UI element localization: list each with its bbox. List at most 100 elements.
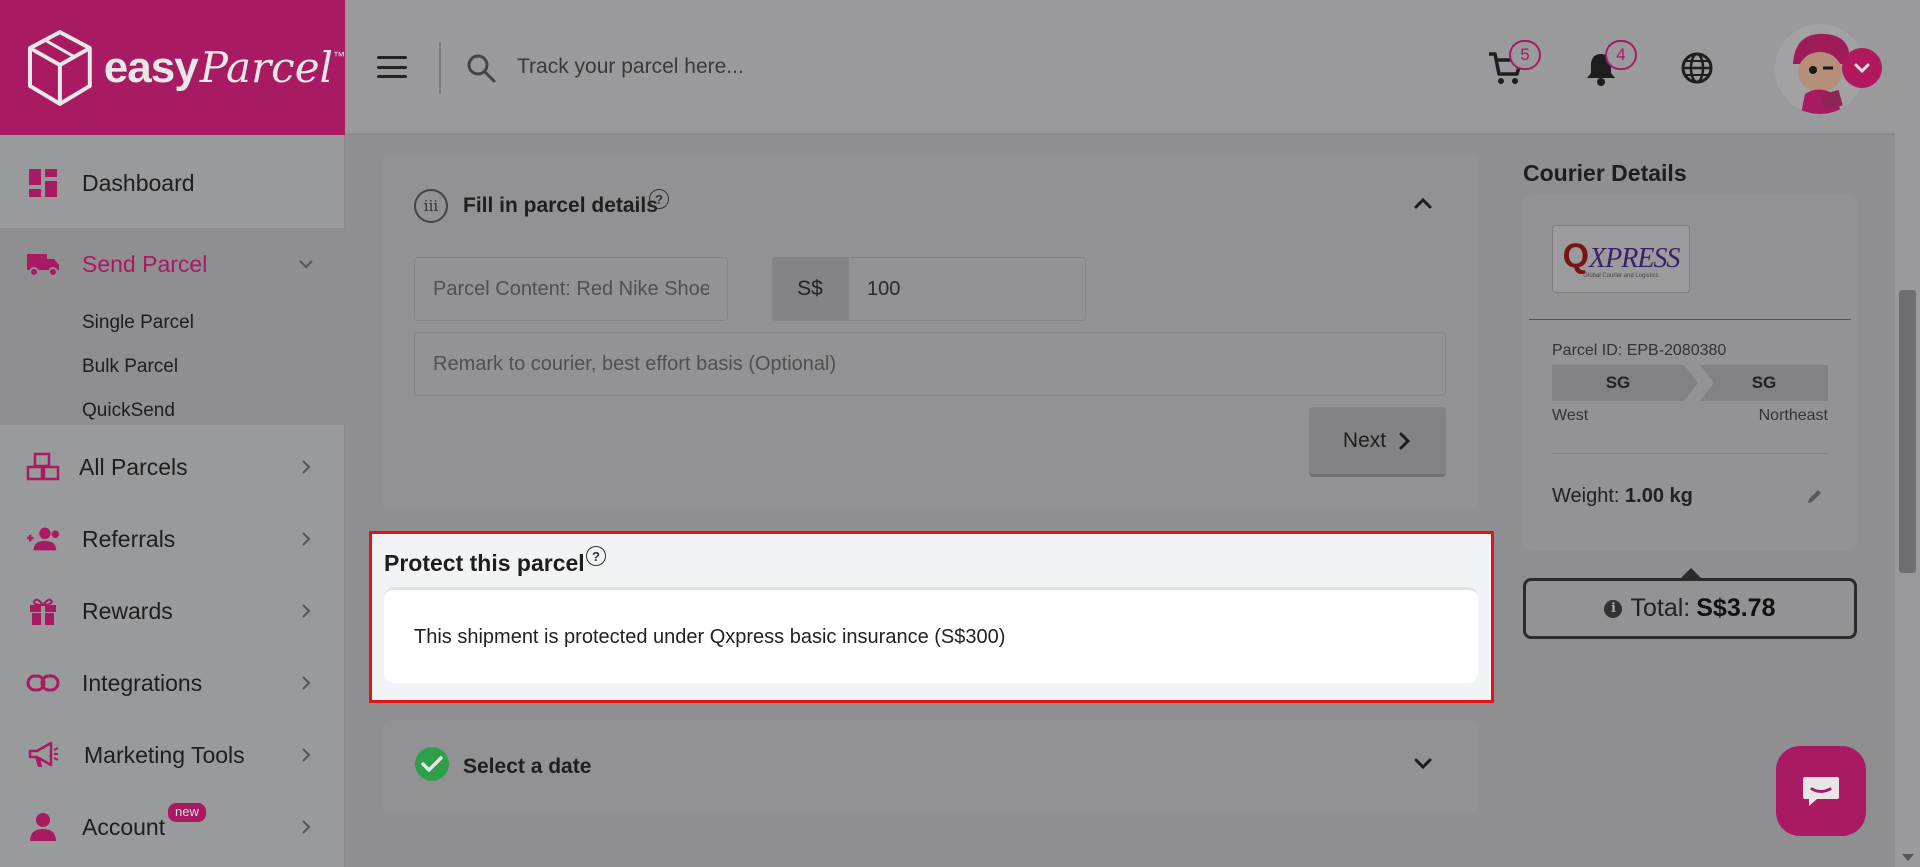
select-date-title: Select a date [463,755,592,778]
parcel-id: Parcel ID: EPB-2080380 [1552,342,1727,359]
chevron-right-icon [302,460,311,474]
sidebar-item-all-parcels[interactable]: All Parcels [0,437,345,497]
header-divider [439,42,441,94]
sidebar-subitem-bulk-parcel[interactable]: Bulk Parcel [82,356,178,378]
sidebar-item-send-parcel[interactable]: Send Parcel [0,228,345,300]
brand-word-parcel: Parcel [199,42,333,92]
step-number: iii [414,189,448,223]
sidebar-item-integrations[interactable]: Integrations [0,653,345,713]
parcel-details-title: Fill in parcel details [463,194,658,217]
brand-trademark: ™ [333,48,345,63]
sidebar-item-dashboard[interactable]: Dashboard [0,153,345,213]
weight-value: 1.00 kg [1625,485,1693,507]
page-scrollbar[interactable] [1895,0,1920,867]
help-icon[interactable]: ? [586,546,606,566]
megaphone-icon [26,738,60,772]
sidebar-item-label: Referrals [82,525,176,552]
brand-word-easy: easy [103,42,199,92]
route-from-code: SG [1605,373,1631,392]
chevron-down-icon [1854,63,1870,74]
weight-row: Weight: 1.00 kg [1552,485,1693,508]
account-menu-toggle[interactable] [1842,48,1882,88]
language-button[interactable] [1677,48,1717,88]
route-to-area: Northeast [1758,407,1828,424]
sidebar: Dashboard Send Parcel Single Parcel Bulk… [0,135,345,867]
chevron-up-icon[interactable] [1412,192,1434,214]
cart-count-badge: 5 [1509,40,1541,70]
route-to-code: SG [1751,373,1777,392]
sidebar-item-account[interactable]: Account new [0,797,345,857]
sidebar-subitem-quicksend[interactable]: QuickSend [82,400,175,422]
help-icon[interactable]: ? [649,189,669,209]
insurance-info-box: This shipment is protected under Qxpress… [384,587,1478,683]
total-price-box: i Total: S$3.78 [1523,578,1857,639]
next-button-label: Next [1342,428,1387,452]
weight-label: Weight: [1552,485,1620,507]
sidebar-item-referrals[interactable]: Referrals [0,509,345,569]
gift-icon [26,594,60,628]
chevron-right-icon [302,532,311,546]
sidebar-item-label: Send Parcel [82,250,208,277]
courier-details-heading: Courier Details [1523,160,1687,186]
chevron-right-icon [302,748,311,762]
search-icon[interactable] [465,52,497,84]
chevron-down-icon[interactable] [1412,753,1434,775]
truck-icon [26,247,60,281]
protect-parcel-section: Protect this parcel ? This shipment is p… [369,531,1494,703]
pencil-edit-icon[interactable] [1806,487,1824,505]
globe-icon [1681,52,1713,84]
referral-users-icon [26,522,60,556]
scrollbar-thumb[interactable] [1899,290,1916,573]
total-label: Total: [1630,594,1691,622]
chevron-right-icon [302,820,311,834]
brand-logo[interactable]: easy Parcel ™ [0,0,345,135]
notification-count-badge: 4 [1605,40,1637,70]
route-from-area: West [1552,407,1589,424]
sidebar-item-label: Marketing Tools [84,741,245,768]
courier-details-card: QXPRESS Global Courier and Logistics Par… [1523,195,1857,551]
boxes-icon [26,450,60,484]
sidebar-item-rewards[interactable]: Rewards [0,581,345,641]
chevron-right-icon [1399,432,1411,449]
currency-prefix: S$ [772,257,848,321]
courier-logo-q: Q [1562,237,1590,275]
send-parcel-submenu: Single Parcel Bulk Parcel QuickSend [0,300,345,425]
scroll-down-arrow-icon[interactable] [1902,854,1914,861]
dashboard-icon [26,166,60,200]
sidebar-item-marketing-tools[interactable]: Marketing Tools [0,725,345,785]
chevron-right-icon [302,604,311,618]
cart-button[interactable]: 5 [1485,40,1541,88]
sidebar-item-label: Rewards [82,597,173,624]
courier-logo-name: XPRESS [1589,243,1680,274]
box-logo-icon [27,29,92,106]
divider [1529,319,1851,320]
sidebar-item-label: All Parcels [79,453,188,480]
courier-logo: QXPRESS Global Courier and Logistics [1552,225,1690,293]
top-bar: 5 4 [345,0,1895,135]
sidebar-item-label: Integrations [82,669,203,696]
chevron-right-icon [302,676,311,690]
protect-parcel-title: Protect this parcel [384,550,585,576]
track-parcel-search-input[interactable] [517,46,1117,88]
parcel-value-input[interactable] [848,257,1086,321]
menu-toggle-icon[interactable] [377,56,407,78]
parcel-content-input[interactable] [414,257,728,321]
insurance-info-text: This shipment is protected under Qxpress… [414,626,1006,648]
sidebar-item-label: Dashboard [82,169,195,196]
remark-input[interactable] [414,332,1446,396]
chevron-down-icon [299,260,313,269]
sidebar-subitem-single-parcel[interactable]: Single Parcel [82,312,194,334]
check-circle-icon [415,747,449,781]
next-button[interactable]: Next [1309,407,1446,477]
user-icon [26,810,60,844]
chat-bubble-icon [1803,777,1839,806]
notifications-button[interactable]: 4 [1581,40,1637,88]
new-badge: new [168,803,206,822]
info-icon[interactable]: i [1604,599,1623,618]
live-chat-button[interactable] [1776,746,1866,836]
divider [1552,453,1828,454]
sidebar-item-label: Account [82,813,166,840]
link-icon [26,666,60,700]
route-indicator: SG SG [1552,365,1828,401]
total-value: S$3.78 [1696,594,1776,622]
